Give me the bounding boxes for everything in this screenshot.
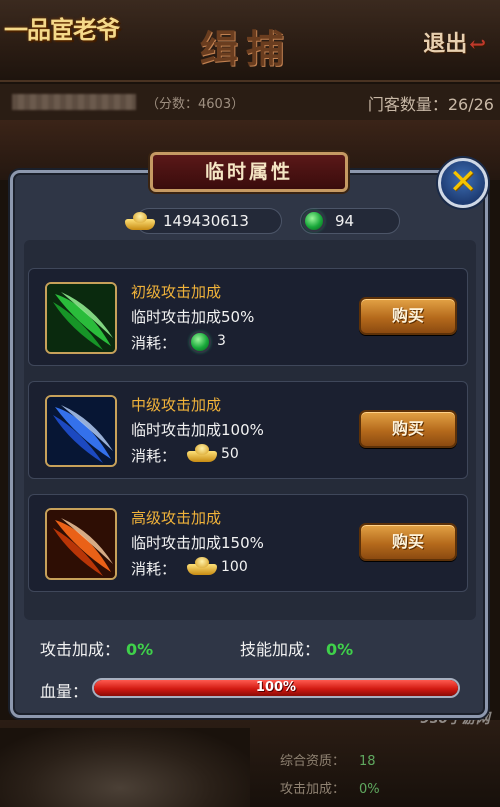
bg-stat-value: 0% <box>359 782 380 797</box>
bg-stat-label: 攻击加成： <box>280 782 346 797</box>
item-desc: 临时攻击加成50% <box>131 308 255 326</box>
jade-value: 94 <box>335 212 355 230</box>
score-text: （分数：4603） <box>146 97 245 112</box>
gold-ingot-icon <box>125 212 155 230</box>
attack-boost-orange-icon <box>45 508 117 580</box>
scene-title: 缉捕 <box>200 26 293 71</box>
list-item: 中级攻击加成 临时攻击加成100% 消耗： 50 购买 <box>28 381 468 479</box>
item-name: 中级攻击加成 <box>131 396 222 414</box>
attack-boost-green-icon <box>45 282 117 354</box>
skill-bonus-stat: 技能加成： 0% <box>240 636 353 660</box>
guests-count: 门客数量：26/26 <box>367 95 494 114</box>
hp-bar: 100% <box>92 678 460 698</box>
gold-ingot-icon <box>187 557 217 575</box>
attack-boost-blue-icon <box>45 395 117 467</box>
buy-button[interactable]: 购买 <box>359 410 457 448</box>
hp-label: 血量： <box>40 682 89 701</box>
buy-button[interactable]: 购买 <box>359 297 457 335</box>
close-button[interactable]: ✕ <box>438 158 488 208</box>
gold-balance: 149430613 <box>125 208 282 234</box>
hp-text: 100% <box>255 680 297 695</box>
item-name: 高级攻击加成 <box>131 509 222 527</box>
jade-balance: 94 <box>300 208 400 234</box>
item-name: 初级攻击加成 <box>131 283 222 301</box>
list-item: 初级攻击加成 临时攻击加成50% 消耗： 3 购买 <box>28 268 468 366</box>
exit-button[interactable]: 退出 ↩ <box>423 26 486 58</box>
close-x-icon: ✕ <box>448 162 478 202</box>
jade-icon <box>305 212 323 230</box>
exit-arrow-icon: ↩ <box>469 32 486 56</box>
cost-label: 消耗： <box>131 560 177 578</box>
bg-stat-value: 18 <box>359 754 376 769</box>
cost-label: 消耗： <box>131 447 177 465</box>
character-figure <box>0 728 250 807</box>
item-desc: 临时攻击加成100% <box>131 421 264 439</box>
list-item: 高级攻击加成 临时攻击加成150% 消耗： 100 购买 <box>28 494 468 592</box>
attack-bonus-label: 攻击加成： <box>40 640 121 659</box>
item-desc: 临时攻击加成150% <box>131 534 264 552</box>
top-bar: 一品宦老爷 缉捕 退出 ↩ <box>0 0 500 82</box>
skill-bonus-label: 技能加成： <box>240 640 321 659</box>
dialog-title: 临时属性 <box>150 152 348 192</box>
buy-button[interactable]: 购买 <box>359 523 457 561</box>
bg-stat-aptitude: 综合资质： 18 <box>280 750 376 769</box>
gold-ingot-icon <box>187 444 217 462</box>
info-bar: （分数：4603） 门客数量：26/26 <box>0 84 500 120</box>
bg-stat-attack: 攻击加成： 0% <box>280 778 380 797</box>
attack-bonus-stat: 攻击加成： 0% <box>40 636 153 660</box>
cost-value: 3 <box>217 333 226 349</box>
skill-bonus-value: 0% <box>326 640 354 659</box>
gold-value: 149430613 <box>163 212 249 230</box>
player-name-blurred <box>12 94 136 110</box>
game-logo: 一品宦老爷 <box>4 15 120 44</box>
exit-label: 退出 <box>423 31 468 57</box>
attack-bonus-value: 0% <box>126 640 154 659</box>
jade-icon <box>191 333 209 351</box>
bg-stat-label: 综合资质： <box>280 754 346 769</box>
cost-label: 消耗： <box>131 334 177 352</box>
cost-value: 50 <box>221 446 239 462</box>
cost-value: 100 <box>221 559 248 575</box>
